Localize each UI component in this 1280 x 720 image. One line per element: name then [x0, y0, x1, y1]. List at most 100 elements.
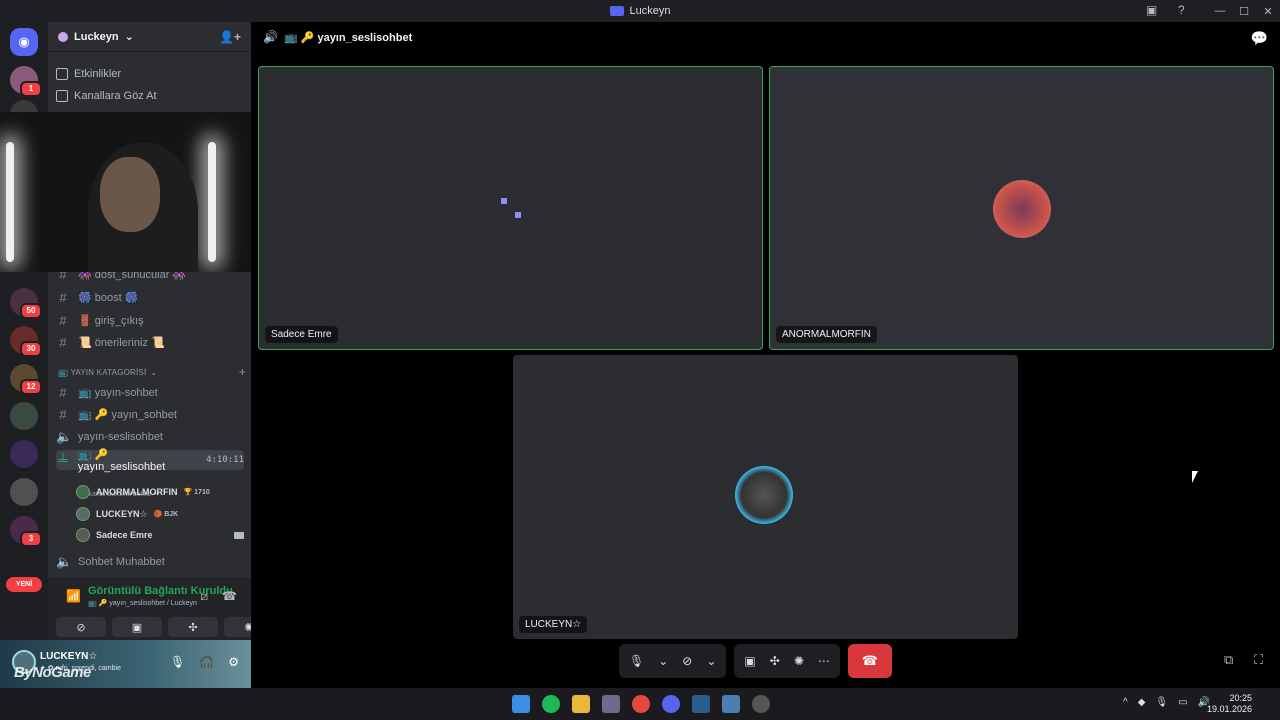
avatar	[76, 485, 90, 499]
server-icon[interactable]	[10, 402, 38, 430]
discord-home-button[interactable]: ◉	[10, 28, 38, 56]
voice-channel-icon: 🔊	[263, 30, 278, 44]
participant-name: Sadece Emre	[265, 326, 338, 343]
speaker-icon: 🔈	[56, 429, 73, 444]
camera-off-button[interactable]: ⊘	[56, 617, 106, 637]
channel-yayin-sohbet[interactable]: # 📺 yayın-sohbet	[56, 382, 244, 402]
maximize-button[interactable]: ☐	[1232, 5, 1256, 18]
channel-giris-cikis[interactable]: # 🚪 giriş_çıkış	[56, 310, 244, 330]
spotify-icon[interactable]	[542, 695, 560, 713]
menu-events[interactable]: Etkinlikler	[56, 64, 121, 84]
file-explorer-icon[interactable]	[572, 695, 590, 713]
server-folder-1[interactable]: 1	[10, 66, 42, 97]
voice-status-panel: 📶 Görüntülü Bağlantı Kuruldu 📺 🔑 yayın_s…	[48, 578, 274, 640]
headphones-icon[interactable]: 🎧	[199, 655, 214, 669]
server-icon[interactable]	[10, 478, 38, 506]
chevron-down-icon[interactable]: ⌄	[706, 654, 716, 668]
username[interactable]: LUCKEYN☆	[40, 651, 97, 662]
chevron-up-icon[interactable]: ^	[1123, 697, 1128, 708]
leave-call-button[interactable]: ☎	[847, 644, 892, 678]
window-title-group: Luckeyn	[609, 5, 670, 17]
voice-user[interactable]: ANORMALMORFIN 🏆 1710	[76, 483, 244, 501]
microphone-icon[interactable]: 🎙	[170, 655, 185, 669]
server-folder-2[interactable]: 50	[10, 288, 42, 319]
participant-avatar	[735, 466, 793, 524]
call-timer: 4:10:11	[206, 455, 244, 465]
voice-channel-active[interactable]: 𝍦 📺 🔑 yayın_seslisohbet 4:10:11	[56, 449, 244, 473]
server-folder-4[interactable]: 12	[10, 364, 42, 395]
popout-icon[interactable]: ⧉	[1224, 652, 1233, 668]
more-options-icon[interactable]: ⋯	[818, 654, 830, 668]
server-folder-5[interactable]: 3	[10, 516, 42, 547]
channel-label: Sohbet Muhabbet	[78, 556, 165, 568]
server-folder-3[interactable]: 30	[10, 326, 42, 357]
chat-icon[interactable]: 💬	[1251, 30, 1268, 47]
server-icon[interactable]	[10, 440, 38, 468]
clock-date: 19.01.2026	[1206, 704, 1252, 714]
channel-onerileriniz[interactable]: # 📜 önerileriniz 📜	[56, 332, 244, 352]
windows-taskbar: ^ ◆ 🎙 ▭ 🔊 20:25 19.01.2026	[0, 688, 1280, 720]
channel-yayin-sohbet-locked[interactable]: # 📺 🔑 yayın_sohbet	[56, 404, 244, 424]
hash-icon: #	[59, 384, 67, 400]
new-badge[interactable]: YENİ	[6, 577, 42, 592]
loading-dot	[501, 198, 507, 204]
server-boost-icon	[58, 31, 68, 42]
hash-icon: #	[59, 334, 67, 350]
chevron-down-icon: ⌄	[150, 367, 158, 377]
store-icon[interactable]	[602, 695, 620, 713]
voice-channel-sohbet-muhabbet[interactable]: 🔈 Sohbet Muhabbet	[56, 552, 244, 572]
close-button[interactable]: ✕	[1256, 5, 1280, 18]
channel-label: yayın-seslisohbet	[78, 431, 163, 443]
screen-share-icon[interactable]: ▣	[744, 654, 755, 668]
category-yayin[interactable]: 📺 YAYIN KATAGORİSİ ⌄ +	[58, 365, 246, 379]
voice-user[interactable]: LUCKEYN☆ 🏀 BJK	[76, 505, 244, 523]
steam-icon[interactable]	[692, 695, 710, 713]
participant-tile[interactable]: Sadece Emre	[258, 66, 763, 350]
voice-user-name: Sadece Emre	[96, 530, 153, 540]
chrome-icon[interactable]	[632, 695, 650, 713]
steam-tray-icon[interactable]: ◆	[1138, 697, 1146, 708]
voice-user[interactable]: Sadece Emre	[76, 526, 244, 544]
system-tray: ^ ◆ 🎙 ▭ 🔊	[1123, 697, 1210, 708]
light-strip	[208, 142, 216, 262]
add-member-icon[interactable]: 👤+	[219, 30, 241, 44]
participant-tile[interactable]: ANORMALMORFIN	[769, 66, 1274, 350]
signal-icon[interactable]: 📶	[66, 589, 81, 603]
screen-share-button[interactable]: ▣	[112, 617, 162, 637]
app-icon[interactable]	[722, 695, 740, 713]
microphone-icon[interactable]: 🎙	[629, 654, 644, 668]
channel-boost[interactable]: # 🎆 boost 🎆	[56, 287, 244, 307]
add-channel-icon[interactable]: +	[239, 365, 246, 379]
screen-share-icon[interactable]: ▣	[1146, 3, 1157, 17]
stage-channel-name: 📺 🔑 yayın_seslisohbet	[283, 31, 413, 44]
camera-off-icon[interactable]: ⊘	[682, 654, 692, 668]
activities-icon[interactable]: ✣	[770, 654, 780, 668]
network-icon[interactable]: ▭	[1178, 697, 1187, 708]
settings-gear-icon[interactable]: ⚙	[228, 655, 239, 669]
fullscreen-icon[interactable]: ⛶	[1254, 652, 1263, 668]
voice-user-name: LUCKEYN☆	[96, 508, 148, 519]
watermark-logo: ByNoGame	[14, 664, 91, 681]
hash-icon: #	[59, 406, 67, 422]
noise-suppression-icon[interactable]: ⧄	[200, 589, 208, 604]
participant-tile[interactable]: LUCKEYN☆	[513, 355, 1018, 639]
voice-active-icon: 𝍦	[57, 450, 69, 465]
system-clock[interactable]: 20:25 19.01.2026	[1207, 693, 1252, 715]
disconnect-icon[interactable]: ☎	[222, 589, 237, 604]
activities-button[interactable]: ✣	[168, 617, 218, 637]
voice-channel-yayin-seslisohbet[interactable]: 🔈 yayın-seslisohbet	[56, 427, 244, 447]
start-menu-icon[interactable]	[512, 695, 530, 713]
chevron-down-icon[interactable]: ⌄	[658, 654, 668, 668]
discord-taskbar-icon[interactable]	[662, 695, 680, 713]
speaker-icon: 🔈	[56, 554, 73, 569]
obs-icon[interactable]	[752, 695, 770, 713]
help-icon[interactable]: ?	[1178, 3, 1185, 17]
soundboard-icon[interactable]: ✺	[794, 654, 804, 668]
voice-connected-channel[interactable]: 📺 🔑 yayın_seslisohbet / Luckeyn	[88, 599, 197, 607]
unread-badge: 50	[20, 303, 42, 319]
minimize-button[interactable]: —	[1208, 5, 1232, 17]
microphone-tray-icon[interactable]: 🎙	[1155, 697, 1168, 708]
channel-label: 🎆 boost 🎆	[78, 291, 139, 304]
server-header[interactable]: Luckeyn ⌄ 👤+	[48, 22, 251, 52]
menu-browse-channels[interactable]: Kanallara Göz At	[56, 86, 157, 106]
